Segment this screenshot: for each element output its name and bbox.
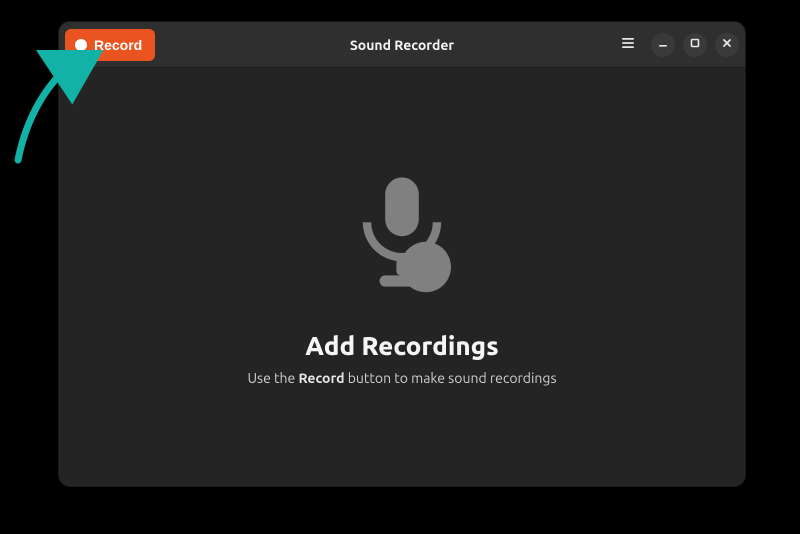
hamburger-icon xyxy=(620,35,636,54)
empty-subtext-bold: Record xyxy=(298,370,344,386)
close-icon xyxy=(721,37,733,52)
maximize-icon xyxy=(689,37,701,52)
minimize-icon xyxy=(657,37,669,52)
empty-subtext: Use the Record button to make sound reco… xyxy=(247,370,556,386)
header-right-controls xyxy=(613,30,739,60)
menu-button[interactable] xyxy=(613,30,643,60)
maximize-button[interactable] xyxy=(683,33,707,57)
close-button[interactable] xyxy=(715,33,739,57)
empty-subtext-pre: Use the xyxy=(247,370,298,386)
microphone-icon xyxy=(332,169,472,313)
record-dot-icon xyxy=(75,39,87,51)
empty-heading: Add Recordings xyxy=(305,331,498,360)
app-window: Record Sound Recorder xyxy=(58,21,746,487)
empty-subtext-post: button to make sound recordings xyxy=(345,370,557,386)
empty-state: Add Recordings Use the Record button to … xyxy=(59,68,745,486)
record-button[interactable]: Record xyxy=(65,29,155,61)
minimize-button[interactable] xyxy=(651,33,675,57)
headerbar: Record Sound Recorder xyxy=(59,22,745,68)
record-button-label: Record xyxy=(94,37,142,53)
